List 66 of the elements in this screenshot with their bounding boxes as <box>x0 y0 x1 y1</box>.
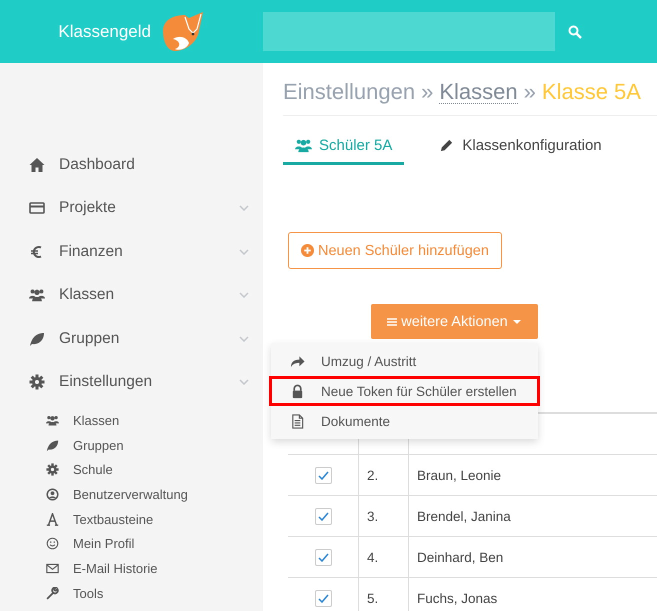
users-icon <box>46 414 59 427</box>
sidebar-subitem[interactable]: Benutzerverwaltung <box>0 482 263 507</box>
checkbox[interactable] <box>314 590 332 606</box>
sidebar-subitem[interactable]: Schule <box>0 457 263 482</box>
check-icon <box>318 594 328 602</box>
document-icon <box>290 414 305 428</box>
chevron-down-icon <box>239 248 249 255</box>
row-number: 3. <box>367 508 378 524</box>
sidebar-item[interactable]: Finanzen <box>0 230 263 274</box>
leaf-icon <box>46 438 59 452</box>
leaf-icon <box>29 330 45 347</box>
breadcrumb-separator: » <box>524 79 536 105</box>
font-icon <box>46 512 59 526</box>
check-icon <box>318 552 328 562</box>
check-icon <box>318 470 328 480</box>
chevron-down-icon <box>239 336 249 342</box>
sidebar-subitem[interactable]: Gruppen <box>0 432 263 458</box>
chevron-down-icon <box>239 205 249 212</box>
row-number: 5. <box>367 590 378 606</box>
plus-circle-icon <box>301 244 314 257</box>
sidebar-subitem[interactable]: Klassen <box>0 408 263 433</box>
check-icon <box>318 512 328 520</box>
student-name: Fuchs, Jonas <box>417 590 498 606</box>
share-arrow-icon <box>290 354 305 368</box>
wrench-icon <box>46 586 59 600</box>
menu-item[interactable]: Umzug / Austritt <box>269 346 540 376</box>
home-icon <box>29 156 45 173</box>
checkbox[interactable] <box>314 466 332 484</box>
sidebar-item[interactable]: Dashboard <box>0 143 263 186</box>
brand-name: Klassengeld <box>58 22 151 42</box>
gear-icon <box>29 374 45 390</box>
tab[interactable]: Klassenkonfiguration <box>426 129 614 165</box>
sidebar-item[interactable]: Einstellungen <box>0 360 263 404</box>
search-icon <box>568 24 582 38</box>
menu-item[interactable]: Neue Token für Schüler erstellen <box>269 376 540 406</box>
sidebar-item[interactable]: Gruppen <box>0 317 263 360</box>
student-name: Deinhard, Ben <box>417 550 504 564</box>
breadcrumb-item: Einstellungen <box>283 79 416 105</box>
menu-item[interactable]: Dokumente <box>269 406 540 436</box>
chevron-down-icon <box>239 292 249 298</box>
row-number: 2. <box>367 468 378 482</box>
breadcrumb-link[interactable]: Klassen <box>439 80 518 104</box>
sidebar-subitem[interactable]: E-Mail Historie <box>0 556 263 581</box>
student-name: Braun, Leonie <box>417 468 502 482</box>
sidebar-subitem[interactable]: Textbausteine <box>0 506 263 532</box>
users-icon <box>29 287 45 304</box>
users-icon <box>295 138 312 153</box>
breadcrumb-separator: » <box>421 79 434 105</box>
student-name: Brendel, Janina <box>417 508 511 524</box>
gear-icon <box>46 463 59 476</box>
menu-icon <box>387 316 398 326</box>
breadcrumb-item: Klasse 5A <box>542 79 641 105</box>
checkbox[interactable] <box>314 548 332 566</box>
checkbox[interactable] <box>314 508 332 524</box>
sidebar-item[interactable]: Projekte <box>0 186 263 230</box>
chevron-down-icon <box>239 379 249 386</box>
search-field[interactable] <box>263 12 555 51</box>
sidebar-item[interactable]: Klassen <box>0 274 263 317</box>
envelope-icon <box>46 562 59 575</box>
row-number: 4. <box>367 550 378 564</box>
lock-icon <box>290 384 305 398</box>
card-icon <box>29 200 45 216</box>
user-icon <box>46 488 59 501</box>
sidebar-subitem[interactable]: Mein Profil <box>0 531 263 556</box>
smile-icon <box>46 537 59 550</box>
sidebar-subitem[interactable]: Tools <box>0 580 263 606</box>
